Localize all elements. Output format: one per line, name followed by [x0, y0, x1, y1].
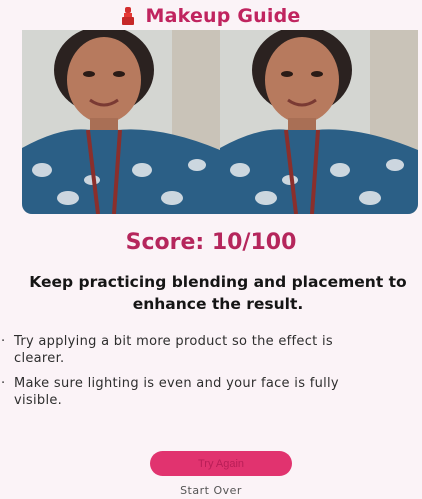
tip-text: clearer. — [14, 351, 65, 366]
page-title: Makeup Guide — [145, 5, 301, 27]
tip-text: Make sure lighting is even and your face… — [14, 376, 339, 391]
score-label: Score: 10/100 — [125, 230, 297, 255]
makeup-guide-screen: Makeup Guide Score: 10/100 Keep practici… — [0, 0, 422, 499]
tip-text: visible. — [14, 393, 63, 408]
before-photo — [22, 30, 220, 214]
bullet-icon: · — [1, 334, 6, 349]
bullet-icon: · — [1, 376, 6, 391]
photo-comparison — [22, 30, 418, 214]
tip-text: Try applying a bit more product so the e… — [14, 334, 333, 349]
start-over-link[interactable]: Start Over — [0, 484, 422, 497]
tip-item: · Make sure lighting is even and your fa… — [0, 375, 422, 409]
after-photo — [220, 30, 418, 214]
feedback-line: Keep practicing blending and placement t… — [29, 273, 407, 291]
lipstick-icon — [121, 7, 135, 25]
try-again-button[interactable]: Try Again — [150, 451, 292, 476]
app-header: Makeup Guide — [0, 3, 422, 29]
tip-item: · Try applying a bit more product so the… — [0, 333, 422, 367]
feedback-line: enhance the result. — [132, 295, 304, 313]
tips-list: · Try applying a bit more product so the… — [0, 333, 422, 417]
feedback-message: Keep practicing blending and placement t… — [14, 271, 422, 315]
